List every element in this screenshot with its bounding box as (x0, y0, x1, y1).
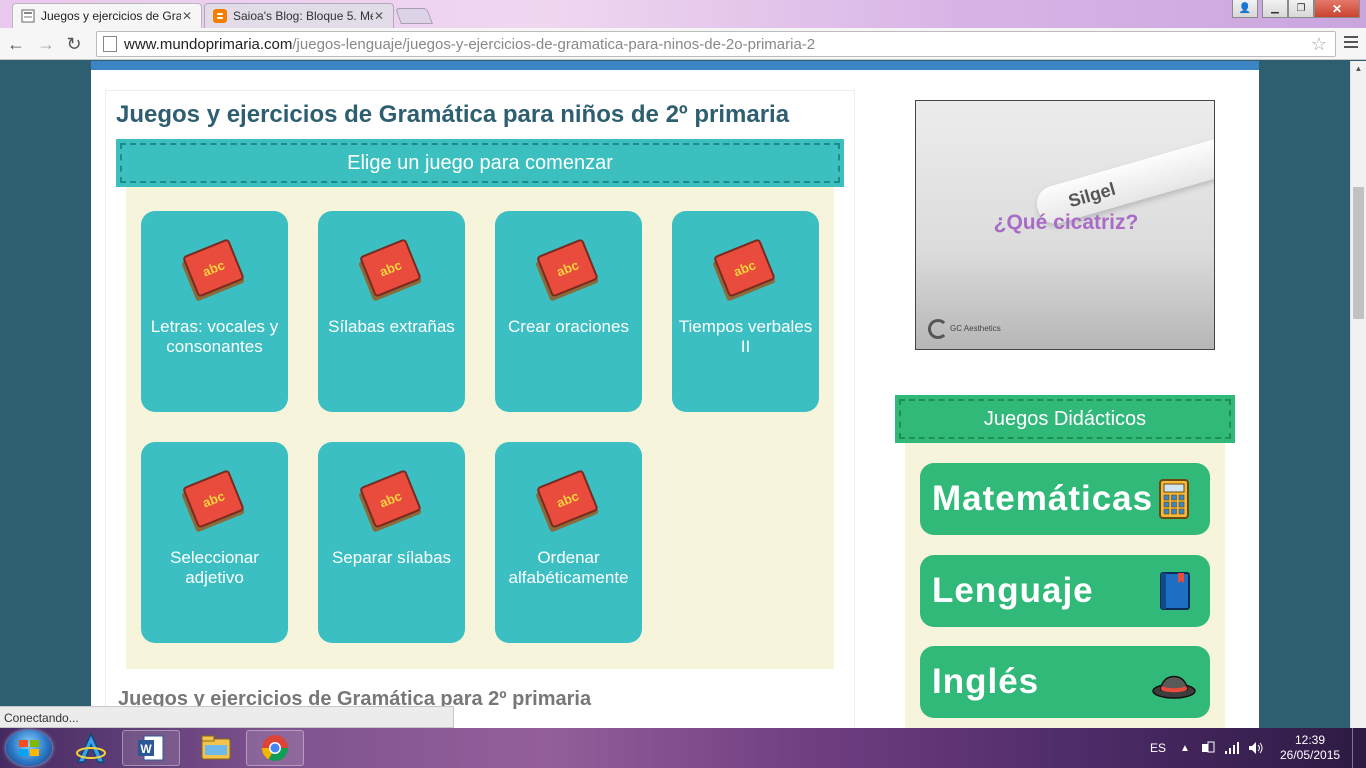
subject-button-matematicas[interactable]: Matemáticas (920, 463, 1210, 535)
subject-label: Matemáticas (932, 479, 1154, 518)
status-bar: Conectando... (0, 706, 454, 728)
game-label: Separar sílabas (331, 548, 452, 567)
subject-label: Inglés (932, 662, 1040, 701)
page-viewport: Juegos y ejercicios de Gramática para ni… (0, 61, 1350, 728)
game-card-tiempos-verbales[interactable]: abc Tiempos verbales II (672, 211, 819, 412)
close-icon[interactable]: ✕ (181, 9, 193, 23)
chrome-menu-icon[interactable] (1344, 36, 1358, 50)
site-top-bar (91, 61, 1259, 70)
volume-icon[interactable] (1248, 728, 1264, 768)
subject-button-ingles[interactable]: Inglés (920, 646, 1210, 718)
minimize-button[interactable]: ▁ (1262, 0, 1288, 18)
book-icon: abc (713, 239, 776, 301)
back-arrow-icon[interactable]: ← (6, 34, 26, 54)
book-icon: abc (359, 239, 422, 301)
taskbar-app-a-icon[interactable] (62, 730, 120, 766)
book-icon: abc (536, 239, 599, 301)
network-icon[interactable] (1200, 728, 1216, 768)
advertisement[interactable]: Silgel ¿Qué cicatriz? GC Aesthetics (915, 100, 1215, 350)
page-container: Juegos y ejercicios de Gramática para ni… (91, 61, 1259, 728)
bowler-hat-icon (1152, 675, 1196, 699)
browser-toolbar: ← → ↻ www.mundoprimaria.com/juegos-lengu… (0, 28, 1366, 60)
close-icon[interactable]: ✕ (373, 9, 385, 23)
game-card-separar-silabas[interactable]: abc Separar sílabas (318, 442, 465, 643)
game-card-crear-oraciones[interactable]: abc Crear oraciones (495, 211, 642, 412)
game-label: Ordenar alfabéticamente (508, 548, 629, 587)
system-clock[interactable]: 12:39 26/05/2015 (1280, 733, 1340, 763)
window-close-button[interactable]: ✕ (1314, 0, 1360, 18)
game-card-letras[interactable]: abc Letras: vocales y consonantes (141, 211, 288, 412)
game-card-seleccionar-adjetivo[interactable]: abc Seleccionar adjetivo (141, 442, 288, 643)
scrollbar-thumb[interactable] (1353, 187, 1364, 319)
blogger-favicon-icon (213, 9, 227, 23)
juegos-didacticos-title: Juegos Didácticos (983, 407, 1147, 430)
subjects-list: Matemáticas Lenguaje Inglés (905, 443, 1225, 728)
game-label: Tiempos verbales II (678, 317, 813, 356)
game-label: Crear oraciones (508, 317, 629, 336)
ad-logo-text: GC Aesthetics (950, 324, 1001, 333)
forward-arrow-icon[interactable]: → (36, 34, 56, 54)
calculator-icon (1159, 479, 1189, 519)
page-scrollbar[interactable]: ▲ (1350, 61, 1366, 728)
game-card-ordenar-alfabeticamente[interactable]: abc Ordenar alfabéticamente (495, 442, 642, 643)
taskbar-word-icon[interactable]: W (122, 730, 180, 766)
games-grid: abc Letras: vocales y consonantes abc Sí… (126, 187, 834, 669)
game-label: Sílabas extrañas (328, 317, 455, 336)
tab-juegos-gramatica[interactable]: Juegos y ejercicios de Gra ✕ (12, 3, 202, 28)
maximize-button[interactable]: ❐ (1288, 0, 1314, 18)
games-banner-text: Elige un juego para comenzar (347, 151, 613, 174)
juegos-didacticos-banner: Juegos Didácticos (895, 395, 1235, 443)
url-host: www.mundoprimaria.com (124, 35, 293, 53)
book-icon: abc (536, 470, 599, 532)
subject-button-lenguaje[interactable]: Lenguaje (920, 555, 1210, 627)
windows-taskbar: W ES ▲ 12:39 26/05/2015 (0, 728, 1366, 768)
window-titlebar: Juegos y ejercicios de Gra ✕ Saioa's Blo… (0, 0, 1366, 28)
games-banner: Elige un juego para comenzar (116, 139, 844, 187)
game-label: Letras: vocales y consonantes (150, 317, 279, 356)
subject-label: Lenguaje (932, 571, 1094, 610)
svg-text:W: W (140, 742, 152, 756)
reload-icon[interactable]: ↻ (64, 34, 84, 54)
signal-strength-icon[interactable] (1224, 728, 1240, 768)
language-indicator[interactable]: ES (1150, 728, 1166, 768)
address-bar[interactable]: www.mundoprimaria.com/juegos-lenguaje/ju… (96, 31, 1336, 57)
window-controls: 👤 ▁ ❐ ✕ (1232, 0, 1360, 18)
tab-title: Juegos y ejercicios de Gra (41, 9, 181, 23)
book-icon: abc (182, 470, 245, 532)
tab-title: Saioa's Blog: Bloque 5. Mé (233, 9, 373, 23)
taskbar-chrome-icon[interactable] (246, 730, 304, 766)
clock-date: 26/05/2015 (1280, 748, 1341, 762)
new-tab-button[interactable] (395, 8, 433, 24)
clock-time: 12:39 (1294, 733, 1326, 747)
taskbar-explorer-icon[interactable] (187, 730, 245, 766)
show-desktop-button[interactable] (1352, 728, 1366, 768)
page-title: Juegos y ejercicios de Gramática para ni… (116, 101, 790, 128)
mundoprimaria-favicon-icon (21, 9, 35, 23)
game-card-silabas-extranas[interactable]: abc Sílabas extrañas (318, 211, 465, 412)
book-icon: abc (182, 239, 245, 301)
bookmark-star-icon[interactable]: ☆ (1311, 34, 1327, 55)
main-content: Juegos y ejercicios de Gramática para ni… (105, 90, 855, 728)
url-path: /juegos-lenguaje/juegos-y-ejercicios-de-… (292, 35, 816, 53)
book-icon (1160, 572, 1190, 610)
game-label: Seleccionar adjetivo (170, 548, 259, 587)
tab-saioa-blog[interactable]: Saioa's Blog: Bloque 5. Mé ✕ (204, 3, 394, 28)
scroll-up-icon[interactable]: ▲ (1351, 61, 1366, 77)
page-icon (103, 36, 117, 52)
show-hidden-icons-icon[interactable]: ▲ (1180, 728, 1190, 768)
windows-logo-icon (19, 740, 39, 756)
start-button[interactable] (6, 730, 52, 766)
user-icon[interactable]: 👤 (1232, 0, 1258, 18)
gc-aesthetics-logo-icon (928, 319, 948, 339)
book-icon: abc (359, 470, 422, 532)
ad-headline: ¿Qué cicatriz? (993, 211, 1139, 234)
